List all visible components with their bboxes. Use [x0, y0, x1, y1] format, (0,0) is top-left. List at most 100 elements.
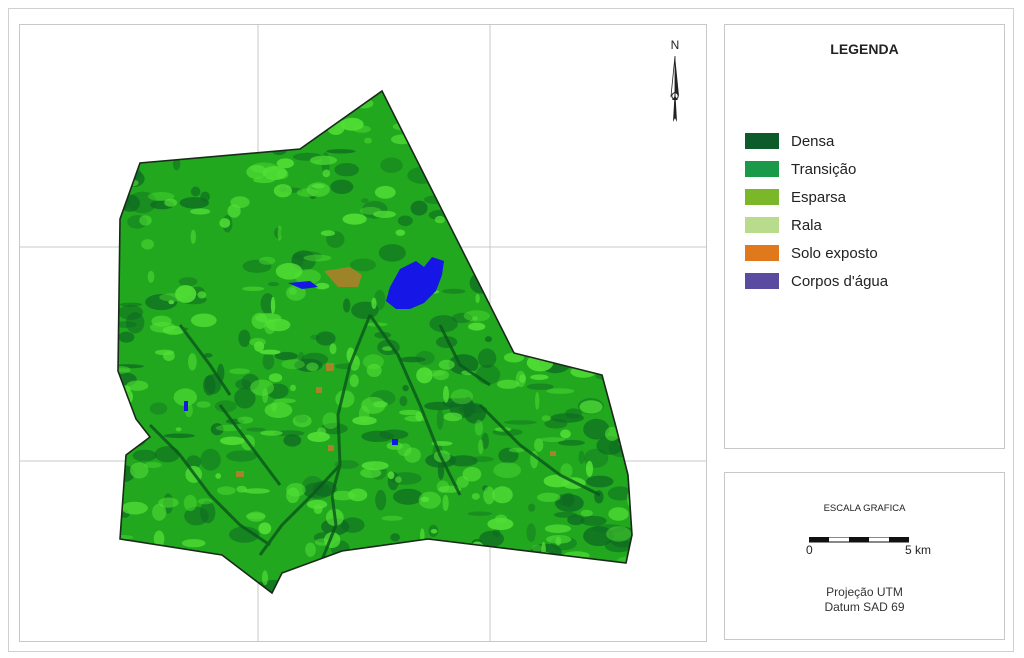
light-patch: [523, 183, 548, 193]
light-patch: [274, 398, 296, 404]
scale-title: ESCALA GRAFICA: [823, 503, 906, 514]
light-patch: [480, 258, 486, 271]
light-patch: [314, 282, 330, 290]
dense-patch: [550, 582, 583, 593]
light-patch: [181, 539, 206, 548]
dense-patch: [291, 115, 308, 136]
light-patch: [229, 368, 250, 375]
dense-patch: [560, 217, 586, 229]
dense-patch: [583, 418, 610, 440]
dense-patch: [603, 181, 632, 203]
light-patch: [322, 169, 331, 178]
light-patch: [196, 401, 211, 408]
dense-patch: [551, 178, 578, 186]
dense-patch: [267, 282, 280, 287]
light-patch: [504, 228, 527, 243]
dense-patch: [610, 368, 632, 378]
light-patch: [432, 369, 449, 381]
dense-patch: [557, 129, 579, 141]
dense-patch: [574, 143, 594, 148]
scale-bar: [809, 537, 909, 543]
light-patch: [492, 486, 513, 504]
light-patch: [254, 341, 265, 352]
light-patch: [395, 229, 406, 236]
light-patch: [580, 509, 593, 517]
light-patch: [118, 395, 126, 409]
light-patch: [322, 412, 339, 430]
light-patch: [578, 121, 595, 134]
light-patch: [636, 587, 645, 597]
light-patch: [307, 431, 330, 442]
legend-item-solo-exposto: Solo exposto: [745, 239, 888, 267]
dense-patch: [200, 501, 216, 524]
dense-patch: [307, 91, 325, 98]
light-patch: [352, 125, 371, 133]
light-patch: [342, 213, 367, 225]
light-patch: [610, 187, 629, 192]
light-patch: [450, 389, 474, 405]
legend-label-esparsa: Esparsa: [791, 188, 847, 206]
dense-patch: [291, 139, 303, 148]
dense-patch: [553, 511, 578, 518]
light-patch: [587, 91, 609, 93]
map-canvas: [20, 25, 706, 641]
light-patch: [540, 312, 568, 322]
light-patch: [564, 200, 572, 217]
light-patch: [302, 584, 321, 593]
light-patch: [152, 503, 167, 521]
light-patch: [118, 360, 120, 367]
light-patch: [188, 353, 197, 371]
light-patch: [493, 462, 522, 479]
light-patch: [163, 117, 192, 132]
light-patch: [229, 583, 256, 593]
dense-patch: [595, 340, 606, 349]
dense-patch: [449, 115, 472, 137]
light-patch: [545, 279, 555, 287]
dense-patch: [528, 503, 536, 512]
dense-patch: [467, 511, 493, 516]
light-patch: [309, 155, 338, 165]
light-patch: [535, 392, 540, 410]
dense-patch: [485, 336, 492, 343]
light-patch: [580, 561, 596, 574]
dense-patch: [103, 85, 121, 91]
light-patch: [352, 416, 377, 426]
dense-patch: [123, 91, 153, 96]
light-patch: [156, 147, 184, 153]
light-patch: [604, 108, 626, 114]
light-patch: [498, 217, 522, 226]
light-patch: [118, 172, 121, 185]
soil-patch-3: [316, 387, 322, 393]
dense-patch: [390, 533, 400, 542]
light-patch: [508, 128, 535, 141]
light-patch: [245, 512, 266, 520]
light-patch: [544, 524, 572, 533]
light-patch: [197, 498, 213, 505]
light-patch: [373, 210, 396, 218]
dense-patch: [410, 200, 428, 216]
light-patch: [418, 491, 441, 509]
light-patch: [181, 91, 200, 101]
light-patch: [237, 416, 254, 424]
light-patch: [579, 400, 603, 414]
dense-patch: [526, 80, 553, 91]
light-patch: [276, 169, 289, 180]
light-patch: [591, 589, 611, 593]
dense-patch: [548, 120, 563, 136]
dense-patch: [118, 331, 135, 343]
light-patch: [506, 239, 514, 246]
light-patch: [175, 427, 182, 432]
light-patch: [544, 273, 554, 287]
light-patch: [144, 462, 162, 468]
light-patch: [391, 134, 414, 145]
dense-patch: [375, 489, 387, 511]
light-patch: [471, 493, 480, 500]
light-patch: [118, 155, 135, 163]
dense-patch: [178, 277, 198, 287]
dense-patch: [190, 186, 201, 197]
light-patch: [395, 476, 402, 483]
light-patch: [556, 171, 578, 185]
light-patch: [486, 166, 496, 174]
light-patch: [263, 123, 270, 136]
light-patch: [183, 494, 197, 512]
